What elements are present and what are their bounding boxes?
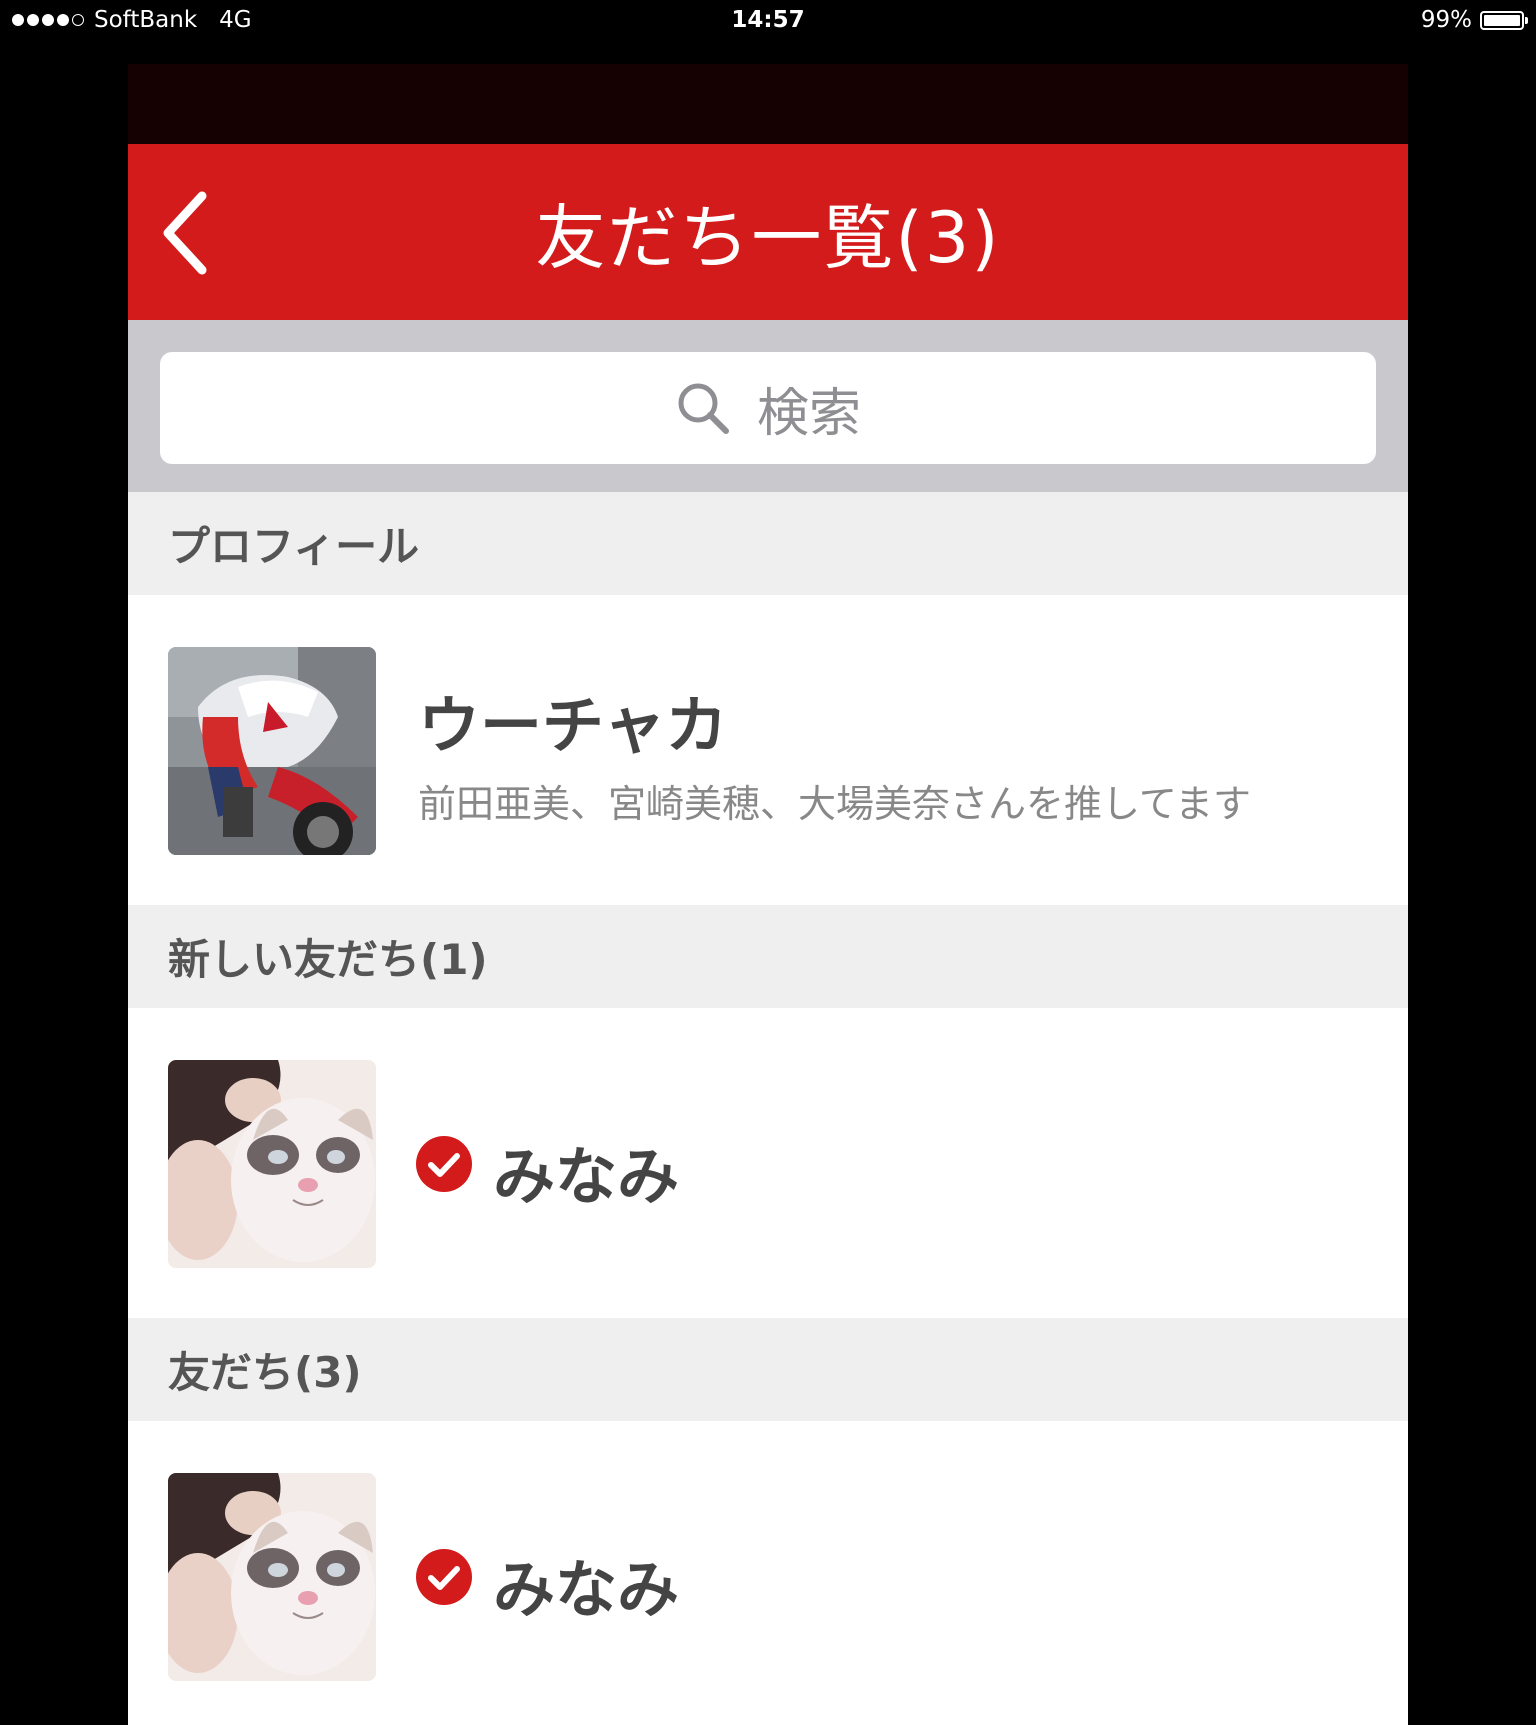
search-input[interactable]: 検索: [160, 352, 1376, 464]
check-circle-icon: [416, 1549, 472, 1605]
battery-icon: [1480, 10, 1528, 30]
check-circle-icon: [416, 1136, 472, 1192]
top-strip: [128, 64, 1408, 144]
status-right: 99%: [1420, 7, 1528, 33]
search-placeholder: 検索: [756, 383, 861, 444]
list-item[interactable]: みなみ: [128, 1421, 1408, 1725]
friend-name: みなみ: [493, 1553, 680, 1626]
profile-status-message: 前田亜美、宮崎美穂、大場美奈さんを推してます: [418, 782, 1251, 826]
search-icon: [678, 383, 729, 434]
friend-avatar[interactable]: [168, 1060, 376, 1268]
list-item[interactable]: みなみ: [128, 1008, 1408, 1318]
battery-percent: 99%: [1420, 7, 1472, 33]
profile-name: ウーチャカ: [418, 689, 728, 762]
section-header-friends: 友だち(3): [128, 1318, 1408, 1421]
friend-avatar[interactable]: [168, 1473, 376, 1681]
status-bar: SoftBank 4G 14:57 99%: [0, 0, 1536, 41]
search-area: 検索: [128, 320, 1408, 492]
section-header-new-friends: 新しい友だち(1): [128, 905, 1408, 1008]
friend-name: みなみ: [493, 1140, 680, 1213]
section-header-profile: プロフィール: [128, 492, 1408, 595]
profile-row[interactable]: ウーチャカ 前田亜美、宮崎美穂、大場美奈さんを推してます: [128, 595, 1408, 905]
profile-avatar[interactable]: [168, 647, 376, 855]
page-title: 友だち一覧(3): [535, 196, 1001, 279]
app-window: 友だち一覧(3) 検索 プロフィール ウーチャカ 前田亜美、宮崎美穂、大場美奈さ…: [128, 64, 1408, 1725]
status-time: 14:57: [731, 7, 805, 33]
navigation-bar: 友だち一覧(3): [128, 144, 1408, 320]
